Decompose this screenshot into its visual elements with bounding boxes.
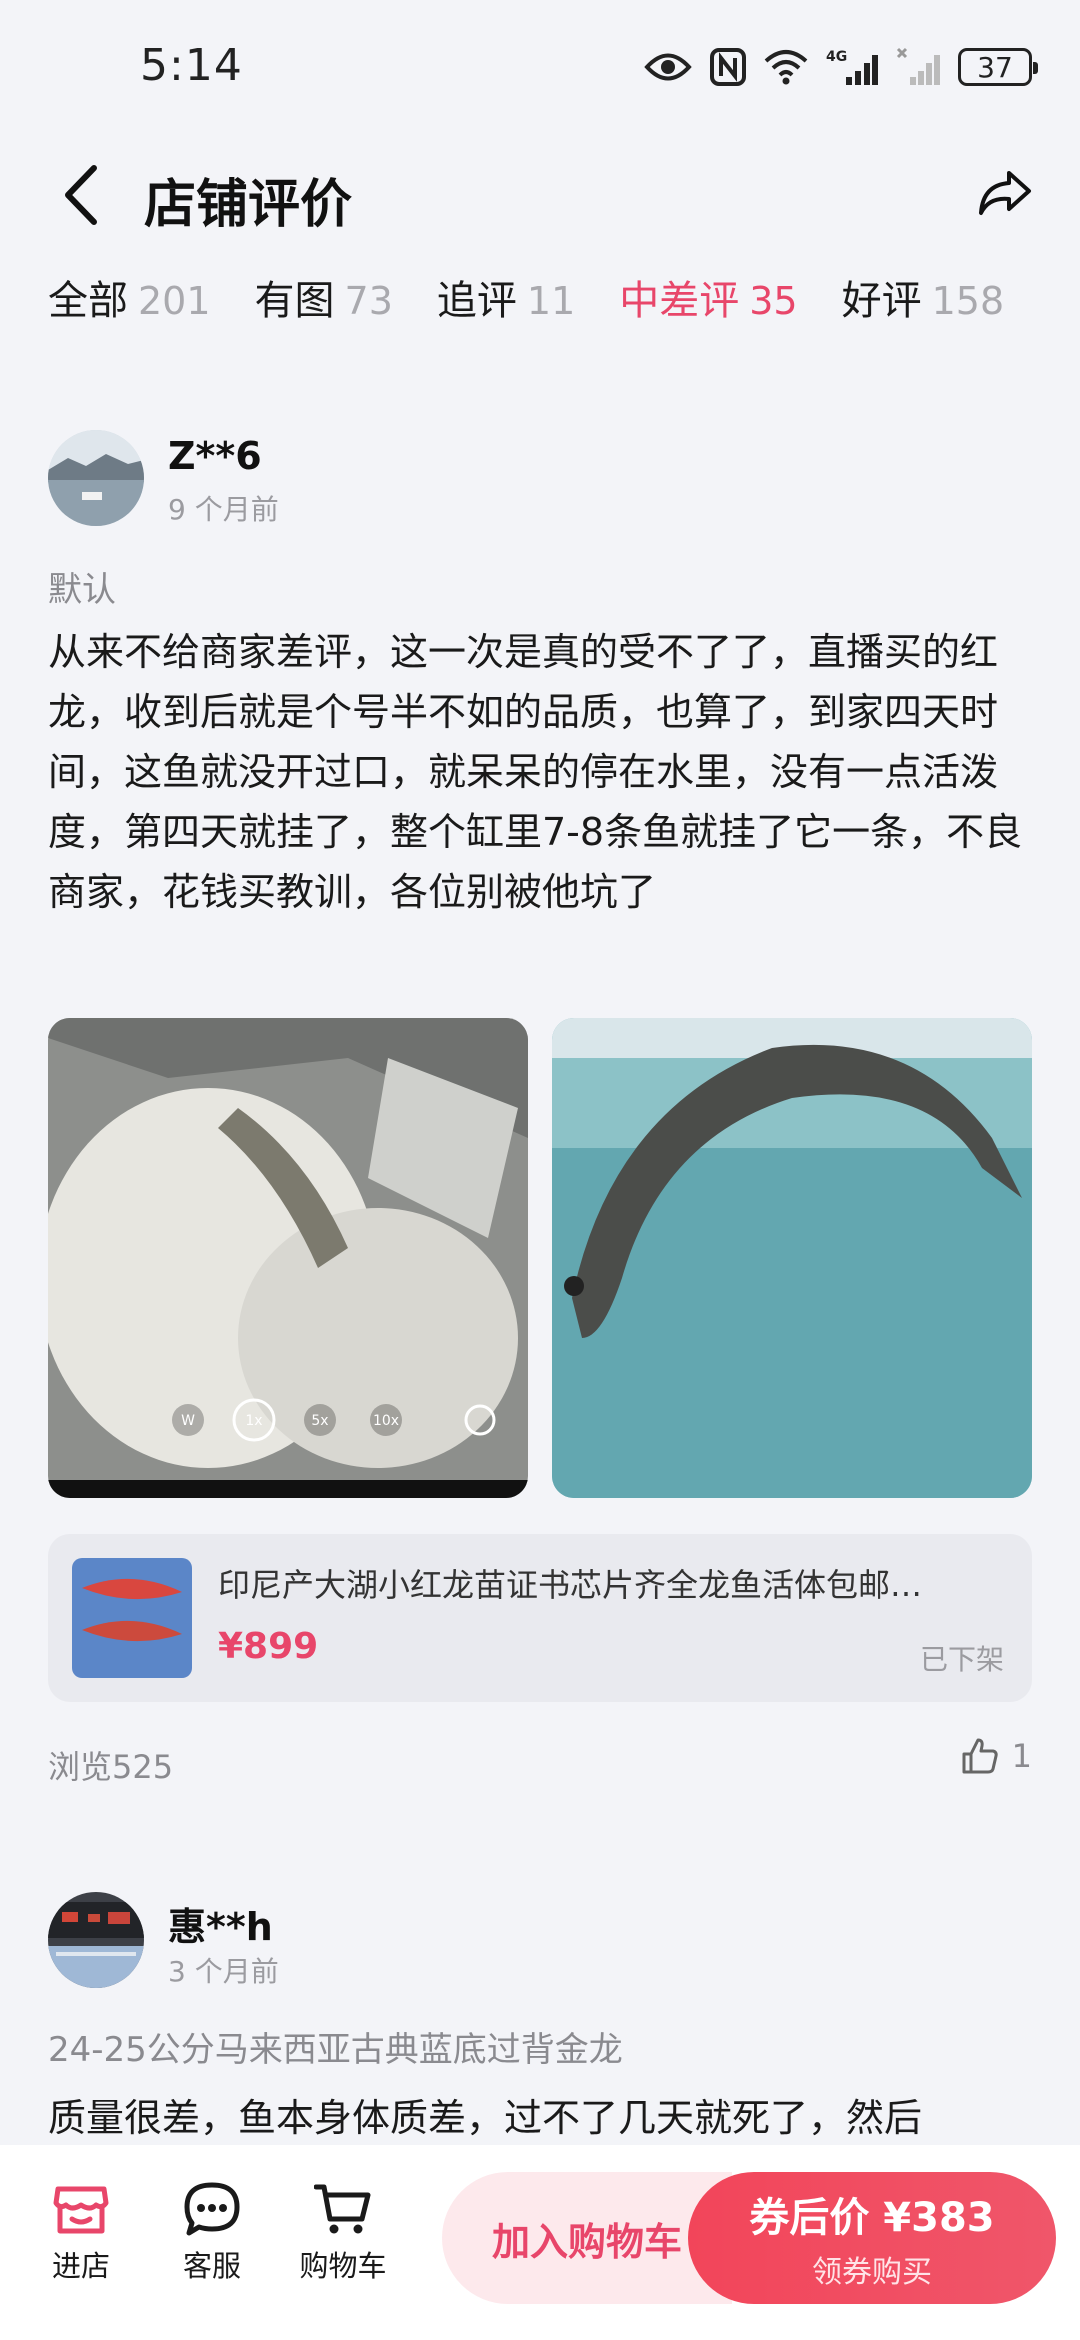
signal-no-service-icon — [896, 47, 940, 85]
store-label: 进店 — [51, 2249, 110, 2283]
tab-count: 201 — [138, 279, 211, 323]
buy-price: 券后价 ¥383 — [749, 2195, 995, 2241]
store-icon — [53, 2186, 109, 2234]
chat-icon — [184, 2182, 240, 2236]
review-item: 惠**h 3 个月前 24-25公分马来西亚古典蓝底过背金龙 质量很差，鱼本身体… — [48, 1892, 1032, 2142]
back-arrow-icon — [65, 165, 97, 225]
status-bar: 5:14 4G 37 — [0, 0, 1080, 140]
tab-negative[interactable]: 中差评 35 — [619, 268, 797, 326]
tab-all[interactable]: 全部 201 — [48, 268, 211, 326]
like-count: 1 — [1011, 1737, 1032, 1775]
tab-label: 有图 — [254, 278, 335, 324]
tab-label: 全部 — [48, 278, 128, 324]
tab-positive[interactable]: 好评 158 — [842, 268, 1005, 326]
nfc-icon — [710, 48, 746, 86]
tab-with-photos[interactable]: 有图 73 — [255, 268, 393, 326]
tab-label: 追评 — [436, 278, 517, 324]
review-photo[interactable]: W 1x 5x 10x — [48, 1018, 528, 1498]
review-content: 从来不给商家差评，这一次是真的受不了了，直播买的红龙，收到后就是个号半不如的品质… — [48, 630, 1023, 914]
store-button[interactable]: 进店 — [26, 2181, 136, 2285]
status-time: 5:14 — [140, 40, 243, 91]
tab-count: 73 — [344, 279, 393, 323]
customer-service-label: 客服 — [182, 2249, 241, 2283]
product-status: 已下架 — [919, 1643, 1004, 1676]
tab-count: 11 — [526, 279, 576, 323]
wifi-icon — [764, 50, 808, 85]
camera-zoom-label: 10x — [373, 1413, 399, 1429]
cart-label: 购物车 — [299, 2249, 387, 2283]
svg-text:4G: 4G — [826, 49, 847, 65]
username: Z**6 — [168, 434, 262, 478]
status-icons: 4G 37 — [644, 44, 1038, 90]
customer-service-button[interactable]: 客服 — [157, 2181, 267, 2285]
cart-icon — [314, 2184, 371, 2234]
review-content: 质量很差，鱼本身体质差，过不了几天就死了，然后 — [48, 2096, 923, 2140]
review-photo[interactable] — [552, 1018, 1032, 1498]
product-name: 印尼产大湖小红龙苗证书芯片齐全龙鱼活体包邮… — [218, 1566, 923, 1604]
tab-follow-up[interactable]: 追评 11 — [437, 268, 575, 326]
review-item: Z**6 9 个月前 默认 从来不给商家差评，这一次是真的受不了了，直播买的红龙… — [48, 430, 1032, 1810]
tab-count: 158 — [931, 279, 1005, 323]
cart-button[interactable]: 购物车 — [288, 2181, 398, 2285]
battery-indicator: 37 — [958, 48, 1038, 86]
filter-tabs: 全部 201 有图 73 追评 11 中差评 35 好评 158 — [48, 268, 1004, 330]
header: 店铺评价 — [0, 140, 1080, 250]
product-card[interactable]: 印尼产大湖小红龙苗证书芯片齐全龙鱼活体包邮… ¥899 已下架 — [48, 1534, 1032, 1702]
review-time: 3 个月前 — [168, 1955, 279, 1988]
eye-icon — [644, 53, 692, 81]
view-count: 浏览525 — [48, 1748, 174, 1786]
signal-4g-icon: 4G — [826, 49, 878, 85]
buy-now-button[interactable]: 券后价 ¥383 领券购买 — [688, 2172, 1056, 2304]
back-button[interactable] — [52, 160, 112, 230]
camera-zoom-label: 5x — [311, 1413, 328, 1429]
product-thumbnail — [72, 1558, 192, 1678]
product-price: ¥899 — [218, 1626, 319, 1667]
thumbs-up-icon — [962, 1738, 998, 1774]
camera-zoom-label: W — [181, 1413, 195, 1429]
avatar[interactable] — [48, 430, 144, 526]
tab-label: 中差评 — [619, 278, 740, 324]
share-button[interactable] — [970, 158, 1040, 228]
share-icon — [979, 171, 1031, 215]
review-time: 9 个月前 — [168, 493, 279, 526]
product-spec: 默认 — [48, 570, 116, 610]
avatar[interactable] — [48, 1892, 144, 1988]
tab-label: 好评 — [841, 278, 922, 324]
review-photos: W 1x 5x 10x — [48, 1018, 1032, 1498]
tab-count: 35 — [749, 279, 798, 323]
like-button[interactable]: 1 — [960, 1736, 1032, 1776]
camera-zoom-label: 1x — [245, 1413, 262, 1429]
username: 惠**h — [168, 1905, 273, 1949]
product-spec: 24-25公分马来西亚古典蓝底过背金龙 — [48, 2030, 623, 2070]
page-title: 店铺评价 — [144, 175, 353, 235]
bottom-action-bar: 进店 客服 购物车 加入购物车 券后价 ¥383 领券购买 — [0, 2145, 1080, 2340]
buy-subtitle: 领券购买 — [812, 2255, 932, 2290]
